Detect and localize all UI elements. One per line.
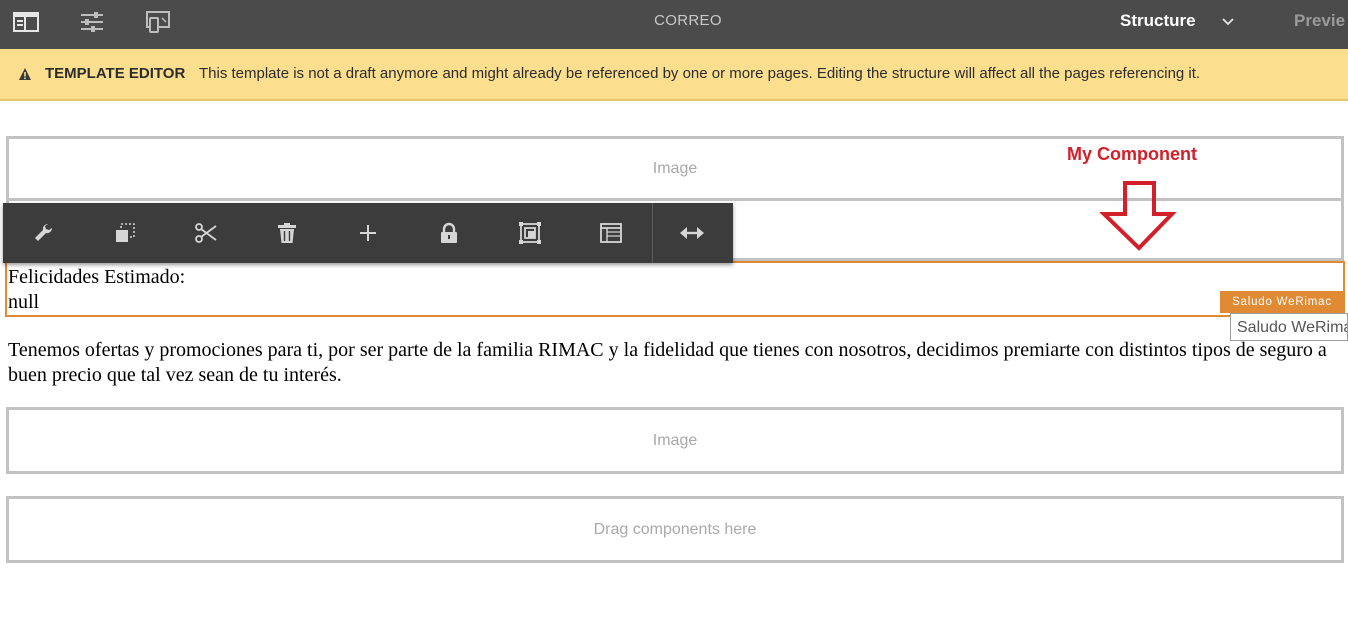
greeting-name: null [8,291,40,313]
wrench-icon [35,223,53,241]
plus-icon [360,225,376,241]
greeting-text: Felicidades Estimado: null [8,265,185,315]
placeholder-label: Image [652,431,698,449]
component-toolbar [3,203,733,263]
offer-paragraph: Tenemos ofertas y promociones para ti, p… [8,339,1327,386]
greeting-line: Felicidades Estimado: [8,266,186,288]
dropzone-label: Drag components here [593,520,757,538]
configure-button[interactable] [28,217,60,249]
copy-button[interactable] [109,217,141,249]
insert-button[interactable] [352,217,384,249]
cut-button[interactable] [190,217,222,249]
banner-message: This template is not a draft anymore and… [199,65,1201,82]
side-panel-toggle[interactable] [10,8,42,36]
template-editor-banner: TEMPLATE EDITOR This template is not a d… [0,49,1348,101]
toolbar-separator [652,203,653,263]
component-tooltip: Saludo WeRimac [1230,313,1348,341]
mode-selector[interactable]: Structure [1120,11,1196,31]
chevron-down-icon [1222,18,1234,26]
drag-components-dropzone[interactable]: Drag components here [6,496,1344,563]
component-name-tag: Saludo WeRimac [1220,291,1344,313]
annotation-label: My Component [1067,144,1197,164]
placeholder-label: Image [652,159,698,177]
top-bar: CORREO Structure Previe [0,0,1348,49]
lock-button[interactable] [433,217,465,249]
policy-button[interactable] [514,217,546,249]
emulator-button[interactable] [142,8,174,36]
layout-button[interactable] [595,217,627,249]
side-panel-icon [13,12,39,32]
sliders-icon [81,12,103,32]
annotation-down-arrow-icon [1099,181,1177,251]
delete-button[interactable] [271,217,303,249]
mode-dropdown[interactable] [1218,12,1238,32]
layout-icon [600,223,622,243]
device-emulator-icon [146,11,170,33]
image-placeholder-bottom[interactable]: Image [6,407,1344,474]
page-properties-button[interactable] [76,8,108,36]
banner-label: TEMPLATE EDITOR [45,65,186,82]
cut-icon [195,223,217,243]
selected-component-frame[interactable] [5,261,1345,317]
resize-button[interactable] [676,217,708,249]
page-title: CORREO [654,12,722,29]
resize-icon [680,227,704,239]
trash-icon [278,223,296,243]
copy-icon [116,223,135,242]
warning-icon [19,68,31,80]
group-icon [519,222,541,244]
lock-icon [441,222,457,243]
preview-button[interactable]: Previe [1294,11,1345,31]
